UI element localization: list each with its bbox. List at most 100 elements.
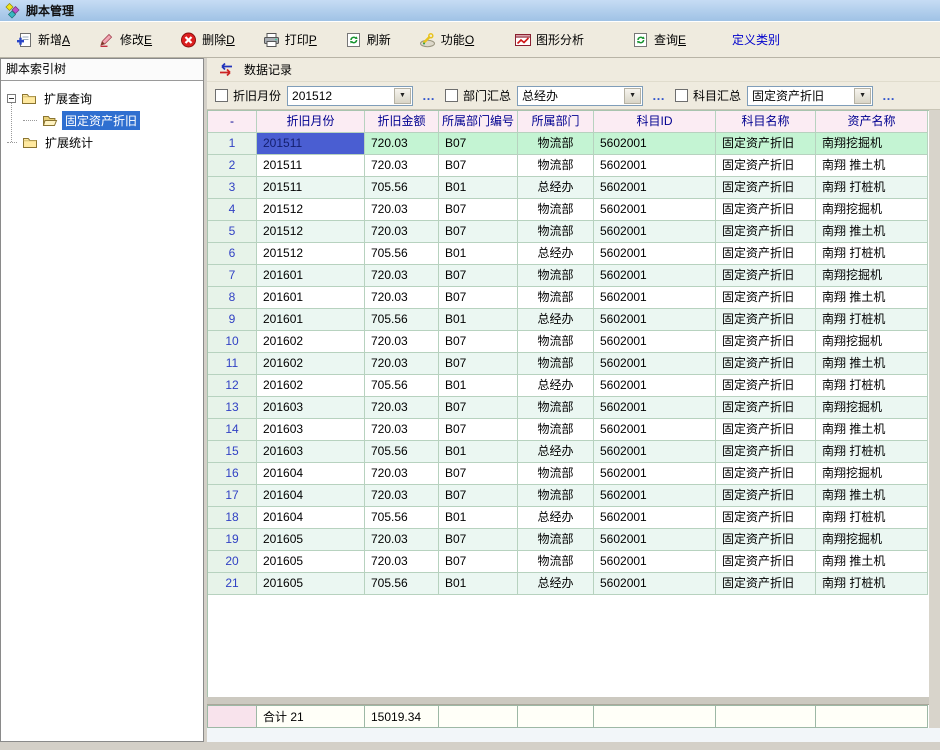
filter-more-button[interactable]: … — [882, 88, 896, 103]
data-cell[interactable]: 南翔 打桩机 — [816, 243, 928, 265]
row-number-cell[interactable]: 12 — [208, 375, 257, 397]
data-cell[interactable]: 南翔 打桩机 — [816, 507, 928, 529]
data-cell[interactable]: 5602001 — [594, 529, 716, 551]
data-cell[interactable]: 南翔 打桩机 — [816, 309, 928, 331]
row-number-cell[interactable]: 15 — [208, 441, 257, 463]
data-cell[interactable]: 201512 — [257, 199, 365, 221]
data-cell[interactable]: 5602001 — [594, 463, 716, 485]
data-cell[interactable]: 固定资产折旧 — [716, 243, 816, 265]
data-cell[interactable]: 201601 — [257, 287, 365, 309]
row-number-cell[interactable]: 8 — [208, 287, 257, 309]
data-cell[interactable]: 705.56 — [365, 375, 439, 397]
row-number-cell[interactable]: 9 — [208, 309, 257, 331]
row-number-cell[interactable]: 5 — [208, 221, 257, 243]
data-cell[interactable]: 720.03 — [365, 353, 439, 375]
data-cell[interactable]: 201605 — [257, 573, 365, 595]
data-cell[interactable]: 南翔挖掘机 — [816, 397, 928, 419]
data-cell[interactable]: 201601 — [257, 265, 365, 287]
data-cell[interactable]: 720.03 — [365, 331, 439, 353]
data-cell[interactable]: 720.03 — [365, 155, 439, 177]
data-cell[interactable]: 固定资产折旧 — [716, 441, 816, 463]
data-cell[interactable]: B07 — [439, 133, 518, 155]
data-cell[interactable]: 5602001 — [594, 199, 716, 221]
data-cell[interactable]: 总经办 — [518, 573, 594, 595]
data-cell[interactable]: 705.56 — [365, 441, 439, 463]
filter-more-button[interactable]: … — [422, 88, 436, 103]
data-cell[interactable]: 5602001 — [594, 309, 716, 331]
data-cell[interactable]: 5602001 — [594, 287, 716, 309]
data-cell[interactable]: 201602 — [257, 353, 365, 375]
data-cell[interactable]: 固定资产折旧 — [716, 133, 816, 155]
data-cell[interactable]: 720.03 — [365, 199, 439, 221]
data-cell[interactable]: 201603 — [257, 397, 365, 419]
data-cell[interactable]: 201601 — [257, 309, 365, 331]
data-cell[interactable]: 5602001 — [594, 353, 716, 375]
data-cell[interactable]: 720.03 — [365, 397, 439, 419]
data-cell[interactable]: 固定资产折旧 — [716, 551, 816, 573]
data-cell[interactable]: 物流部 — [518, 485, 594, 507]
data-cell[interactable]: 705.56 — [365, 177, 439, 199]
data-cell[interactable]: 总经办 — [518, 507, 594, 529]
data-cell[interactable]: 南翔 打桩机 — [816, 375, 928, 397]
toolbar-chart-analysis-button[interactable]: 图形分析 — [508, 28, 590, 51]
data-cell[interactable]: B07 — [439, 485, 518, 507]
data-cell[interactable]: 物流部 — [518, 463, 594, 485]
data-cell[interactable]: B01 — [439, 309, 518, 331]
toolbar-refresh-button[interactable]: 刷新 — [339, 28, 397, 51]
toolbar-edit-button[interactable]: 修改E — [92, 28, 158, 51]
chevron-down-icon[interactable]: ▼ — [854, 88, 871, 104]
chevron-down-icon[interactable]: ▼ — [394, 88, 411, 104]
tree-item-扩展统计[interactable]: 扩展统计 — [1, 131, 203, 153]
data-cell[interactable]: 201603 — [257, 441, 365, 463]
data-cell[interactable]: 720.03 — [365, 287, 439, 309]
data-cell[interactable]: B01 — [439, 243, 518, 265]
row-number-cell[interactable]: 11 — [208, 353, 257, 375]
data-cell[interactable]: 5602001 — [594, 177, 716, 199]
row-number-cell[interactable]: 7 — [208, 265, 257, 287]
data-cell[interactable]: 固定资产折旧 — [716, 353, 816, 375]
row-number-cell[interactable]: 18 — [208, 507, 257, 529]
data-cell[interactable]: 201512 — [257, 221, 365, 243]
row-number-cell[interactable]: 21 — [208, 573, 257, 595]
data-cell[interactable]: 南翔 推土机 — [816, 419, 928, 441]
filter-combobox-折旧月份[interactable]: 201512▼ — [287, 86, 413, 106]
row-number-cell[interactable]: 20 — [208, 551, 257, 573]
data-cell[interactable]: 720.03 — [365, 419, 439, 441]
data-cell[interactable]: 5602001 — [594, 419, 716, 441]
data-cell[interactable]: 南翔 打桩机 — [816, 573, 928, 595]
data-cell[interactable]: 南翔 打桩机 — [816, 177, 928, 199]
data-cell[interactable]: 705.56 — [365, 243, 439, 265]
data-cell[interactable]: 201603 — [257, 419, 365, 441]
data-cell[interactable]: 固定资产折旧 — [716, 309, 816, 331]
data-cell[interactable]: 5602001 — [594, 397, 716, 419]
data-cell[interactable]: 固定资产折旧 — [716, 331, 816, 353]
data-cell[interactable]: 物流部 — [518, 287, 594, 309]
data-cell[interactable]: B01 — [439, 441, 518, 463]
toolbar-query-button[interactable]: 查询E — [626, 28, 692, 51]
data-cell[interactable]: 南翔 推土机 — [816, 353, 928, 375]
data-cell[interactable]: 720.03 — [365, 551, 439, 573]
data-cell[interactable]: 总经办 — [518, 309, 594, 331]
data-cell[interactable]: 5602001 — [594, 243, 716, 265]
row-number-cell[interactable]: 3 — [208, 177, 257, 199]
toolbar-print-button[interactable]: 打印P — [257, 28, 323, 51]
data-cell[interactable]: 720.03 — [365, 529, 439, 551]
data-cell[interactable]: B07 — [439, 331, 518, 353]
row-number-cell[interactable]: 14 — [208, 419, 257, 441]
data-cell[interactable]: 5602001 — [594, 221, 716, 243]
data-cell[interactable]: 固定资产折旧 — [716, 155, 816, 177]
data-cell[interactable]: 南翔挖掘机 — [816, 265, 928, 287]
data-cell[interactable]: 720.03 — [365, 221, 439, 243]
data-cell[interactable]: 南翔挖掘机 — [816, 463, 928, 485]
data-cell[interactable]: 物流部 — [518, 551, 594, 573]
data-cell[interactable]: 物流部 — [518, 221, 594, 243]
data-cell[interactable]: 5602001 — [594, 573, 716, 595]
data-cell[interactable]: 物流部 — [518, 419, 594, 441]
row-number-cell[interactable]: 2 — [208, 155, 257, 177]
data-cell[interactable]: 物流部 — [518, 353, 594, 375]
data-cell[interactable]: B07 — [439, 397, 518, 419]
row-number-cell[interactable]: 17 — [208, 485, 257, 507]
toolbar-new-button[interactable]: 新增A — [10, 28, 76, 51]
data-cell[interactable]: 物流部 — [518, 529, 594, 551]
data-cell[interactable]: 201604 — [257, 485, 365, 507]
